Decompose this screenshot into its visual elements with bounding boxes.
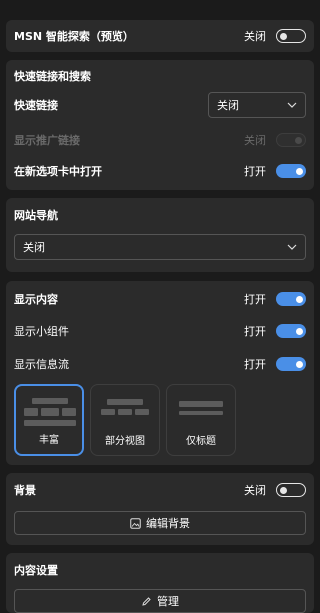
widgets-state: 打开: [244, 325, 266, 338]
background-toggle[interactable]: [276, 483, 306, 497]
edit-icon: [142, 596, 151, 606]
msn-panel: MSN 智能探索（预览） 关闭: [6, 20, 314, 52]
content-settings-title: 内容设置: [14, 564, 58, 577]
toggle-knob: [296, 295, 303, 303]
preview-block: [179, 401, 223, 407]
layout-partial-preview: [99, 393, 151, 429]
toggle-knob: [296, 360, 303, 368]
site-nav-select[interactable]: 关闭: [14, 234, 306, 260]
layout-card-headings[interactable]: 仅标题: [166, 384, 236, 456]
widgets-row: 显示小组件 打开: [14, 319, 306, 343]
new-tab-label: 在新选项卡中打开: [14, 165, 102, 178]
manage-button[interactable]: 管理: [14, 589, 306, 613]
edit-background-button[interactable]: 编辑背景: [14, 511, 306, 535]
quick-links-select[interactable]: 关闭: [208, 92, 306, 118]
layout-card-rich[interactable]: 丰富: [14, 384, 84, 456]
manage-label: 管理: [157, 595, 179, 608]
promoted-links-state: 关闭: [244, 134, 266, 147]
feed-toggle[interactable]: [276, 357, 306, 371]
msn-label: MSN 智能探索（预览）: [14, 30, 134, 43]
widgets-label: 显示小组件: [14, 325, 69, 338]
preview-block: [41, 408, 59, 416]
layout-card-partial[interactable]: 部分视图: [90, 384, 160, 456]
toggle-knob: [296, 167, 303, 175]
preview-block: [179, 411, 223, 415]
chevron-down-icon: [287, 102, 297, 108]
preview-block: [24, 420, 76, 426]
promoted-links-row: 显示推广链接 关闭: [14, 128, 306, 152]
edit-background-label: 编辑背景: [146, 517, 190, 530]
widgets-toggle[interactable]: [276, 324, 306, 338]
preview-block: [135, 409, 149, 415]
content-settings-panel: 内容设置 管理: [6, 553, 314, 613]
msn-row: MSN 智能探索（预览） 关闭: [14, 24, 306, 48]
layout-rich-preview: [24, 394, 76, 430]
preview-block: [107, 399, 143, 405]
preview-block: [101, 409, 115, 415]
quick-links-panel: 快速链接和搜索 快速链接 关闭 显示推广链接 关闭 在新选项卡中打开 打开: [6, 60, 314, 190]
show-content-label: 显示内容: [14, 293, 58, 306]
preview-block: [32, 398, 68, 404]
background-state: 关闭: [244, 484, 266, 497]
layout-headings-preview: [175, 393, 227, 429]
site-nav-select-value: 关闭: [23, 241, 45, 254]
feed-state: 打开: [244, 358, 266, 371]
site-nav-title-row: 网站导航: [14, 203, 306, 227]
new-tab-toggle[interactable]: [276, 164, 306, 178]
show-content-toggle[interactable]: [276, 292, 306, 306]
background-label: 背景: [14, 484, 36, 497]
new-tab-row: 在新选项卡中打开 打开: [14, 159, 306, 183]
site-nav-title: 网站导航: [14, 209, 58, 222]
new-tab-state: 打开: [244, 165, 266, 178]
toggle-knob: [296, 327, 303, 335]
layout-headings-label: 仅标题: [186, 436, 216, 447]
background-panel: 背景 关闭 编辑背景: [6, 473, 314, 545]
promoted-links-label: 显示推广链接: [14, 134, 80, 147]
quick-links-select-value: 关闭: [217, 99, 239, 112]
preview-block: [62, 408, 76, 416]
feed-label: 显示信息流: [14, 358, 69, 371]
show-content-row: 显示内容 打开: [14, 287, 306, 311]
quick-links-title: 快速链接和搜索: [14, 70, 91, 83]
quick-links-row: 快速链接 关闭: [14, 92, 306, 118]
msn-state: 关闭: [244, 30, 266, 43]
chevron-down-icon: [287, 244, 297, 250]
background-row: 背景 关闭: [14, 478, 306, 502]
feed-row: 显示信息流 打开: [14, 352, 306, 376]
preview-block: [118, 409, 132, 415]
content-settings-title-row: 内容设置: [14, 558, 306, 582]
image-icon: [130, 517, 141, 529]
show-content-state: 打开: [244, 293, 266, 306]
layout-rich-label: 丰富: [39, 435, 59, 446]
quick-links-title-row: 快速链接和搜索: [14, 64, 306, 88]
site-nav-panel: 网站导航 关闭: [6, 198, 314, 272]
layout-partial-label: 部分视图: [105, 436, 145, 447]
toggle-knob: [280, 486, 287, 494]
msn-toggle[interactable]: [276, 29, 306, 43]
promoted-links-toggle[interactable]: [276, 133, 306, 147]
quick-links-label: 快速链接: [14, 99, 58, 112]
toggle-knob: [295, 136, 302, 144]
preview-block: [24, 408, 38, 416]
toggle-knob: [280, 32, 287, 40]
